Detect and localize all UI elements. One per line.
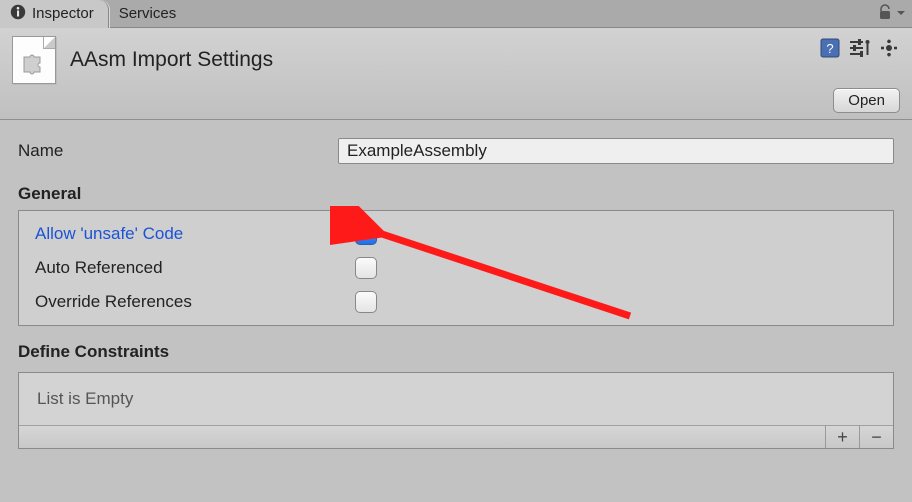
- override-references-label: Override References: [35, 292, 355, 312]
- tab-bar: Inspector Services: [0, 0, 912, 28]
- page-title: AAsm Import Settings: [70, 48, 273, 72]
- inspector-body: Name General Allow 'unsafe' Code Auto Re…: [0, 120, 912, 457]
- tab-inspector[interactable]: Inspector: [0, 0, 109, 28]
- minus-icon: −: [871, 427, 882, 448]
- svg-text:?: ?: [826, 41, 833, 56]
- tab-services[interactable]: Services: [109, 0, 191, 28]
- general-group: Allow 'unsafe' Code Auto Referenced Over…: [18, 210, 894, 326]
- auto-referenced-label: Auto Referenced: [35, 258, 355, 278]
- allow-unsafe-label: Allow 'unsafe' Code: [35, 224, 355, 244]
- allow-unsafe-checkbox[interactable]: [355, 223, 377, 245]
- remove-constraint-button[interactable]: −: [859, 426, 893, 448]
- name-row: Name: [18, 134, 894, 168]
- help-icon[interactable]: ?: [820, 38, 840, 63]
- puzzle-icon: [21, 51, 47, 75]
- name-label: Name: [18, 141, 338, 161]
- tab-inspector-label: Inspector: [32, 5, 94, 22]
- inspector-header: AAsm Import Settings ? Open: [0, 28, 912, 120]
- name-field[interactable]: [338, 138, 894, 164]
- preset-icon[interactable]: [850, 39, 870, 62]
- override-references-row: Override References: [35, 285, 877, 319]
- checkmark-icon: [358, 226, 374, 242]
- auto-referenced-row: Auto Referenced: [35, 251, 877, 285]
- define-constraints-title: Define Constraints: [18, 342, 894, 362]
- general-section-title: General: [18, 184, 894, 204]
- add-constraint-button[interactable]: +: [825, 426, 859, 448]
- plus-icon: +: [837, 427, 848, 448]
- asset-type-icon: [12, 36, 56, 84]
- define-constraints-list: List is Empty + −: [18, 372, 894, 449]
- define-constraints-empty: List is Empty: [19, 373, 893, 425]
- allow-unsafe-row: Allow 'unsafe' Code: [35, 217, 877, 251]
- auto-referenced-checkbox[interactable]: [355, 257, 377, 279]
- lock-icon[interactable]: [878, 4, 892, 25]
- dropdown-icon[interactable]: [896, 5, 906, 23]
- open-button[interactable]: Open: [833, 88, 900, 113]
- override-references-checkbox[interactable]: [355, 291, 377, 313]
- gear-icon[interactable]: [880, 39, 900, 62]
- info-icon: [10, 4, 26, 24]
- tab-services-label: Services: [119, 5, 177, 22]
